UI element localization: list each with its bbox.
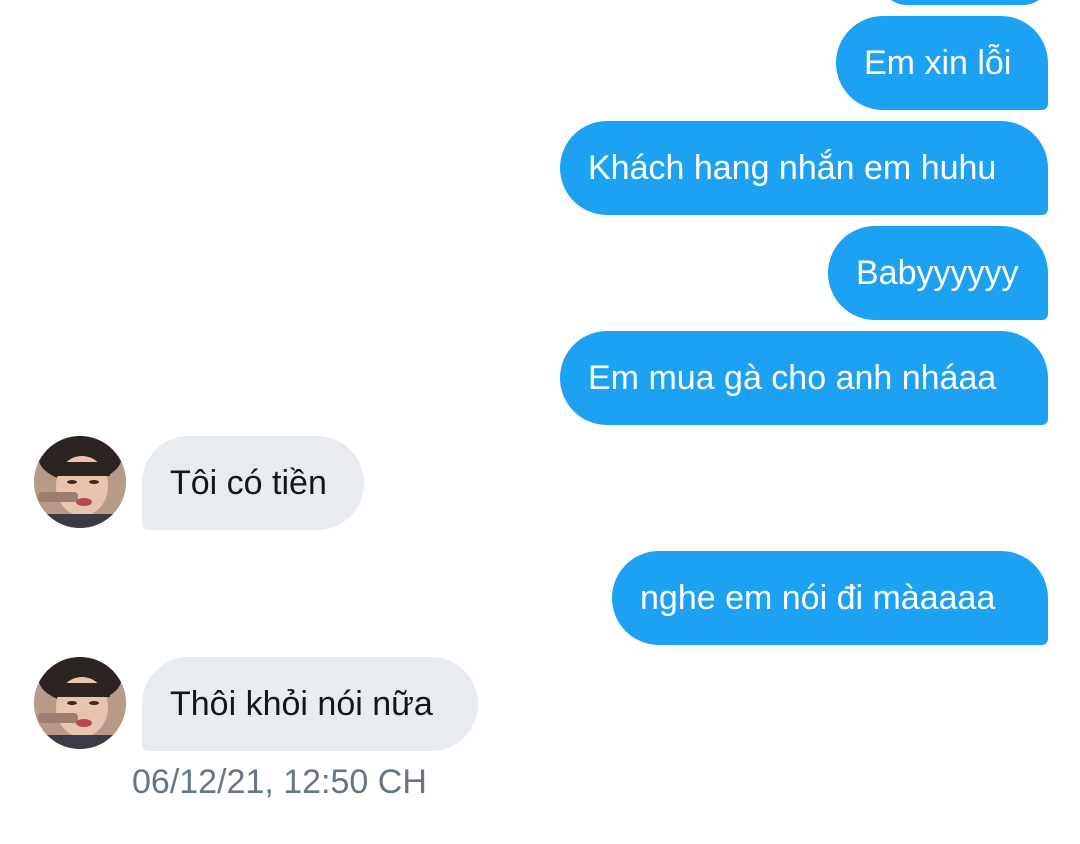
previous-message-bubble-partial [882, 0, 1048, 5]
message-text: Tôi có tiền [170, 464, 327, 502]
message-text: Thôi khỏi nói nữa [170, 685, 433, 723]
contact-avatar[interactable] [34, 436, 126, 528]
sent-message-bubble[interactable]: nghe em nói đi màaaaa [612, 551, 1048, 645]
sent-message-bubble[interactable]: Babyyyyyy [828, 226, 1048, 320]
message-text: Em xin lỗi [864, 44, 1012, 82]
message-timestamp: 06/12/21, 12:50 CH [132, 763, 427, 801]
sent-message-bubble[interactable]: Em mua gà cho anh nháaa [560, 331, 1048, 425]
contact-avatar[interactable] [34, 657, 126, 749]
avatar-photo-icon [34, 657, 126, 749]
message-text: Babyyyyyy [856, 254, 1019, 292]
avatar-photo-icon [34, 436, 126, 528]
message-text: Em mua gà cho anh nháaa [588, 359, 997, 397]
message-text: nghe em nói đi màaaaa [640, 579, 996, 617]
received-message-bubble[interactable]: Thôi khỏi nói nữa [142, 657, 478, 751]
received-message-bubble[interactable]: Tôi có tiền [142, 436, 364, 530]
message-text: Khách hang nhắn em huhu [588, 149, 997, 187]
sent-message-bubble[interactable]: Khách hang nhắn em huhu [560, 121, 1048, 215]
sent-message-bubble[interactable]: Em xin lỗi [836, 16, 1048, 110]
